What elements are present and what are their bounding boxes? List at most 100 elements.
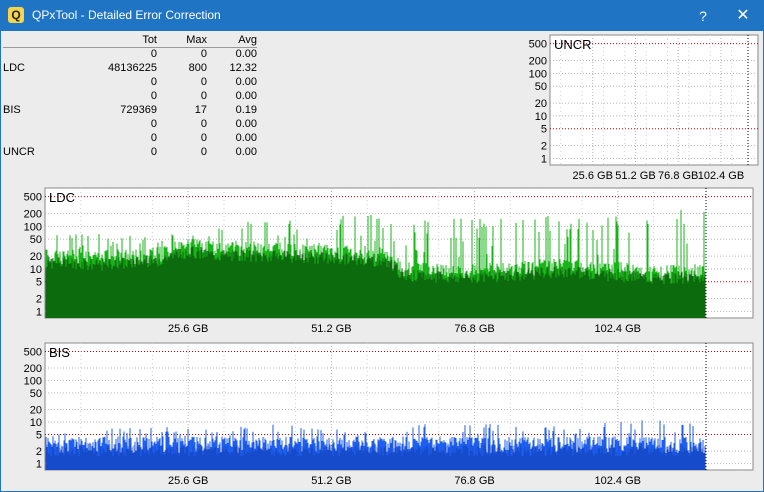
table-row: 0 0 0.00 — [3, 131, 257, 145]
stats-header-avg: Avg — [238, 34, 257, 46]
ldc-y-tick-label: 10 — [30, 264, 42, 276]
bis-y-tick-label: 200 — [24, 363, 42, 375]
ldc-x-tick-label: 25.6 GB — [168, 323, 208, 335]
row-label: LDC — [3, 62, 26, 74]
row-max: 17 — [194, 104, 207, 116]
uncr-y-tick-label: 200 — [529, 56, 547, 68]
row-max: 0 — [200, 118, 207, 130]
stats-header-max: Max — [186, 34, 207, 46]
ldc-y-tick-label: 50 — [30, 234, 42, 246]
uncr-x-tick-label: 25.6 GB — [573, 170, 613, 182]
bis-chart-panel: 500 200 100 50 20 10 5 2 1 25.6 GB 51.2 GB 76.8 GB 1… — [15, 341, 755, 487]
row-label — [3, 75, 67, 89]
row-max: 0 — [200, 90, 207, 102]
uncr-chart-title: UNCR — [554, 37, 592, 52]
row-max: 800 — [188, 62, 207, 74]
ldc-chart-panel: 500 200 100 50 20 10 5 2 1 25.6 GB 51.2 GB 76.8 GB 1… — [15, 186, 755, 338]
row-tot: 0 — [150, 90, 157, 102]
row-avg: 0.00 — [235, 146, 257, 158]
ldc-y-tick-label: 100 — [24, 221, 42, 233]
ldc-y-tick-label: 2 — [36, 294, 42, 306]
uncr-chart-panel: 500 200 100 50 20 10 5 2 1 25.6 GB 51.2 GB 76.8 GB 1… — [521, 33, 761, 183]
uncr-y-tick-label: 500 — [529, 39, 547, 51]
close-button[interactable]: ✕ — [723, 1, 763, 31]
table-row: BIS 729369 17 0.19 — [3, 103, 257, 117]
bis-chart: 500 20010050 20105 21 25.6 GB 51.2 GB 76.8 GB 1… — [24, 342, 754, 487]
uncr-y-tick-label: 10 — [535, 111, 547, 123]
row-label — [3, 131, 67, 145]
ldc-chart-title: LDC — [49, 190, 75, 205]
table-row: 0 0 0.00 — [3, 89, 257, 103]
bis-y-tick-label: 20 — [30, 405, 42, 417]
uncr-y-tick-label: 2 — [541, 141, 547, 153]
row-avg: 0.00 — [235, 48, 257, 60]
row-label: BIS — [3, 104, 21, 116]
row-avg: 0.00 — [235, 132, 257, 144]
row-tot: 48136225 — [108, 62, 157, 74]
table-row: 0 0 0.00 — [3, 117, 257, 131]
uncr-y-tick-label: 20 — [535, 98, 547, 110]
row-label — [3, 89, 67, 103]
bis-x-tick-label: 51.2 GB — [311, 475, 351, 487]
stats-header-row: Tot Max Avg — [3, 33, 257, 47]
table-row: UNCR 0 0 0.00 — [3, 145, 257, 159]
table-header-divider — [3, 47, 257, 48]
bis-x-tick-label: 102.4 GB — [595, 475, 641, 487]
uncr-y-tick-label: 5 — [541, 124, 547, 136]
ldc-y-tick-label: 500 — [24, 192, 42, 204]
stats-header-label — [3, 33, 67, 47]
bis-y-tick-label: 2 — [36, 446, 42, 458]
row-tot: 0 — [150, 146, 157, 158]
row-tot: 729369 — [120, 104, 157, 116]
title-bar[interactable]: Q QPxTool - Detailed Error Correction ? … — [1, 1, 763, 31]
uncr-x-tick-label: 51.2 GB — [615, 170, 655, 182]
uncr-y-tick-label: 100 — [529, 68, 547, 80]
row-label — [3, 47, 67, 61]
ldc-y-tick-label: 200 — [24, 209, 42, 221]
uncr-x-tick-label: 102.4 GB — [698, 170, 744, 182]
uncr-x-tick-label: 76.8 GB — [658, 170, 698, 182]
window-title: QPxTool - Detailed Error Correction — [32, 8, 221, 22]
row-tot: 0 — [150, 118, 157, 130]
table-row: LDC 48136225 800 12.32 — [3, 61, 257, 75]
app-icon: Q — [8, 7, 24, 23]
uncr-y-tick-label: 1 — [541, 153, 547, 165]
row-tot: 0 — [150, 132, 157, 144]
bis-y-tick-label: 5 — [36, 430, 42, 442]
ldc-x-tick-label: 102.4 GB — [595, 323, 641, 335]
uncr-plot-area — [549, 34, 759, 166]
bis-x-tick-label: 76.8 GB — [454, 475, 494, 487]
table-row: 0 0 0.00 — [3, 75, 257, 89]
row-label: UNCR — [3, 146, 35, 158]
bis-y-tick-label: 10 — [30, 417, 42, 429]
row-avg: 0.00 — [235, 118, 257, 130]
row-avg: 12.32 — [229, 62, 257, 74]
row-label — [3, 117, 67, 131]
row-avg: 0.00 — [235, 90, 257, 102]
row-max: 0 — [200, 132, 207, 144]
stats-table: Tot Max Avg 0 0 0.00 LDC 48136225 800 12.32 0… — [3, 33, 257, 159]
bis-y-tick-label: 1 — [36, 459, 42, 471]
row-tot: 0 — [150, 48, 157, 60]
ldc-x-tick-label: 51.2 GB — [311, 323, 351, 335]
error-correction-window: Q QPxTool - Detailed Error Correction ? … — [0, 0, 764, 492]
row-tot: 0 — [150, 76, 157, 88]
uncr-chart: 500 20010050 20105 21 25.6 GB 51.2 GB 76.8 GB 1… — [529, 34, 759, 182]
ldc-chart: 500 20010050 20105 21 25.6 GB 51.2 GB 76.8 GB 1… — [24, 187, 754, 335]
help-button[interactable]: ? — [683, 1, 723, 31]
ldc-y-tick-label: 1 — [36, 306, 42, 318]
ldc-x-tick-label: 76.8 GB — [454, 323, 494, 335]
ldc-y-tick-label: 5 — [36, 277, 42, 289]
bis-x-tick-label: 25.6 GB — [168, 475, 208, 487]
row-max: 0 — [200, 146, 207, 158]
row-avg: 0.00 — [235, 76, 257, 88]
row-max: 0 — [200, 76, 207, 88]
row-avg: 0.19 — [235, 104, 257, 116]
bis-y-tick-label: 100 — [24, 376, 42, 388]
row-max: 0 — [200, 48, 207, 60]
ldc-y-tick-label: 20 — [30, 251, 42, 263]
bis-chart-title: BIS — [49, 345, 70, 360]
uncr-y-tick-label: 50 — [535, 81, 547, 93]
bis-y-tick-label: 50 — [30, 388, 42, 400]
stats-header-tot: Tot — [142, 34, 157, 46]
